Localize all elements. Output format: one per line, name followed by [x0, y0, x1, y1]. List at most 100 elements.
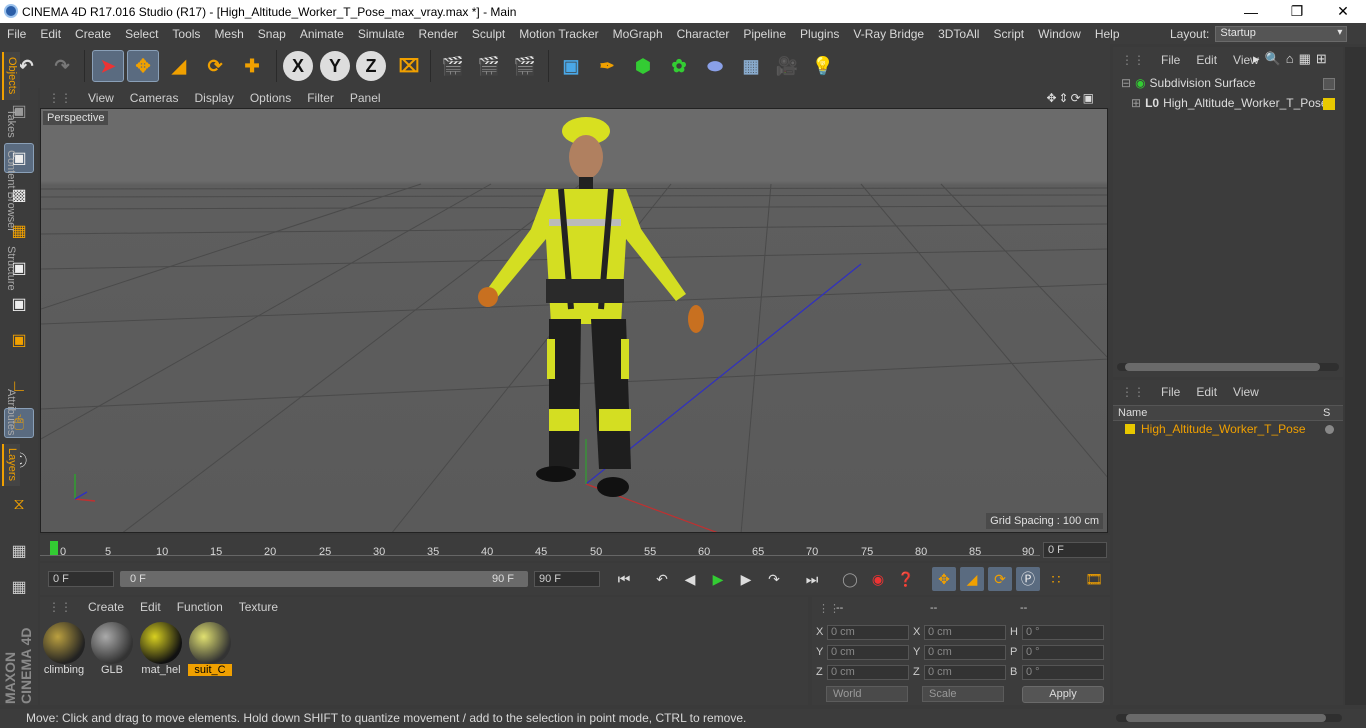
y-axis-lock-button[interactable]: Y: [320, 51, 350, 81]
menu-script[interactable]: Script: [986, 27, 1031, 41]
menu-help[interactable]: Help: [1088, 27, 1127, 41]
material-menu-edit[interactable]: Edit: [132, 600, 169, 614]
layer-solo-toggle[interactable]: [1325, 425, 1334, 434]
object-manager-scrollbar[interactable]: [1117, 363, 1339, 371]
material-item[interactable]: GLB: [90, 622, 134, 678]
material-item[interactable]: mat_hel: [139, 622, 183, 678]
redo-icon[interactable]: ↷: [46, 50, 78, 82]
objects-menu-edit[interactable]: Edit: [1188, 53, 1225, 67]
menu-edit[interactable]: Edit: [33, 27, 68, 41]
size-x-field[interactable]: 0 cm: [924, 625, 1006, 640]
rotation-p-field[interactable]: 0 °: [1022, 645, 1104, 660]
menu-3dtoall[interactable]: 3DToAll: [931, 27, 986, 41]
material-menu-texture[interactable]: Texture: [231, 600, 286, 614]
size-z-field[interactable]: 0 cm: [924, 665, 1006, 680]
camera-icon[interactable]: 🎥: [771, 50, 803, 82]
viewport-menu-cameras[interactable]: Cameras: [122, 91, 187, 105]
transform-tool-icon[interactable]: ✚: [236, 50, 268, 82]
object-tree-item[interactable]: ⊟ ◉ Subdivision Surface: [1121, 76, 1256, 90]
menu-sculpt[interactable]: Sculpt: [465, 27, 512, 41]
rotation-b-field[interactable]: 0 °: [1022, 665, 1104, 680]
close-button[interactable]: ✕: [1320, 0, 1366, 23]
coordinate-mode-dropdown[interactable]: World: [826, 686, 908, 702]
tab-takes[interactable]: Takes: [2, 104, 20, 142]
layer-color-swatch[interactable]: [1125, 424, 1135, 434]
menu-render[interactable]: Render: [412, 27, 465, 41]
visibility-toggle[interactable]: [1323, 78, 1335, 90]
z-axis-lock-button[interactable]: Z: [356, 51, 386, 81]
timeline-ruler[interactable]: [40, 535, 1110, 561]
menu-window[interactable]: Window: [1031, 27, 1088, 41]
menu-vray-bridge[interactable]: V-Ray Bridge: [846, 27, 931, 41]
viewport-menu-display[interactable]: Display: [186, 91, 241, 105]
cloner-icon[interactable]: ✿: [663, 50, 695, 82]
layers-menu-edit[interactable]: Edit: [1188, 385, 1225, 399]
status-scrollbar[interactable]: [1116, 714, 1342, 722]
previous-key-icon[interactable]: ↶: [650, 567, 674, 591]
workplane-lock-icon[interactable]: ▦: [4, 536, 34, 566]
menu-plugins[interactable]: Plugins: [793, 27, 846, 41]
key-point-level-icon[interactable]: ∷: [1044, 567, 1068, 591]
polygons-mode-icon[interactable]: ▣: [4, 325, 34, 355]
play-icon[interactable]: ▶: [706, 567, 730, 591]
live-selection-icon[interactable]: ➤: [92, 50, 124, 82]
rotate-tool-icon[interactable]: ⟳: [199, 50, 231, 82]
material-menu-create[interactable]: Create: [80, 600, 132, 614]
end-frame-field[interactable]: 90 F: [534, 571, 600, 587]
deformer-icon[interactable]: ⬬: [699, 50, 731, 82]
object-manager-tools-icons[interactable]: ▸🔍⌂▦⊞: [1253, 51, 1332, 67]
viewport-menu-view[interactable]: View: [80, 91, 122, 105]
coordinate-type-dropdown[interactable]: Scale: [922, 686, 1004, 702]
menu-snap[interactable]: Snap: [251, 27, 293, 41]
start-frame-field[interactable]: 0 F: [48, 571, 114, 587]
solo-column-header[interactable]: S: [1323, 407, 1330, 419]
light-icon[interactable]: 💡: [807, 50, 839, 82]
key-scale-icon[interactable]: ◢: [960, 567, 984, 591]
key-parameter-icon[interactable]: Ⓟ: [1016, 567, 1040, 591]
menu-mesh[interactable]: Mesh: [207, 27, 250, 41]
subdivision-surface-icon[interactable]: ⬢: [627, 50, 659, 82]
menu-simulate[interactable]: Simulate: [351, 27, 412, 41]
objects-menu-file[interactable]: File: [1153, 53, 1188, 67]
viewport-menu-panel[interactable]: Panel: [342, 91, 389, 105]
menu-select[interactable]: Select: [118, 27, 165, 41]
position-y-field[interactable]: 0 cm: [827, 645, 909, 660]
object-tree-item[interactable]: ⊞ L0 High_Altitude_Worker_T_Pose: [1131, 96, 1328, 110]
tab-layers[interactable]: Layers: [2, 444, 20, 486]
rotation-h-field[interactable]: 0 °: [1022, 625, 1104, 640]
timeline-window-icon[interactable]: 🎞: [1082, 567, 1106, 591]
menu-pipeline[interactable]: Pipeline: [736, 27, 793, 41]
menu-animate[interactable]: Animate: [293, 27, 351, 41]
next-frame-icon[interactable]: ▶: [734, 567, 758, 591]
tab-content-browser[interactable]: Content Browser: [2, 146, 20, 236]
minimize-button[interactable]: —: [1228, 0, 1274, 23]
render-picture-viewer-icon[interactable]: 🎬: [473, 50, 505, 82]
viewport-navigation-icons[interactable]: ✥⇕⟳▣: [1038, 91, 1104, 105]
go-to-end-icon[interactable]: ⏭: [800, 567, 824, 591]
layer-row[interactable]: High_Altitude_Worker_T_Pose: [1125, 422, 1306, 436]
position-x-field[interactable]: 0 cm: [827, 625, 909, 640]
cube-primitive-icon[interactable]: ▣: [555, 50, 587, 82]
next-key-icon[interactable]: ↷: [762, 567, 786, 591]
size-y-field[interactable]: 0 cm: [924, 645, 1006, 660]
playhead-marker[interactable]: [50, 541, 58, 555]
render-view-icon[interactable]: 🎬: [437, 50, 469, 82]
move-tool-icon[interactable]: ✥: [127, 50, 159, 82]
autokey-icon[interactable]: ◉: [866, 567, 890, 591]
viewport-menu-filter[interactable]: Filter: [299, 91, 342, 105]
magnet-icon[interactable]: ⧖: [4, 490, 34, 520]
scale-tool-icon[interactable]: ◢: [163, 50, 195, 82]
preview-range-slider[interactable]: 0 F 90 F: [120, 571, 528, 587]
x-axis-lock-button[interactable]: X: [283, 51, 313, 81]
material-menu-function[interactable]: Function: [169, 600, 231, 614]
menu-file[interactable]: File: [0, 27, 33, 41]
scrollbar-thumb[interactable]: [1126, 714, 1326, 722]
previous-frame-icon[interactable]: ◀: [678, 567, 702, 591]
expand-icon[interactable]: ⊞: [1131, 96, 1141, 110]
camera-label[interactable]: Perspective: [43, 111, 109, 125]
render-settings-icon[interactable]: 🎬: [509, 50, 541, 82]
tab-objects[interactable]: Objects: [2, 52, 20, 100]
material-item[interactable]: climbing: [42, 622, 86, 678]
keyframe-selection-icon[interactable]: ❓: [894, 567, 918, 591]
tab-attributes[interactable]: Attributes: [2, 384, 20, 440]
